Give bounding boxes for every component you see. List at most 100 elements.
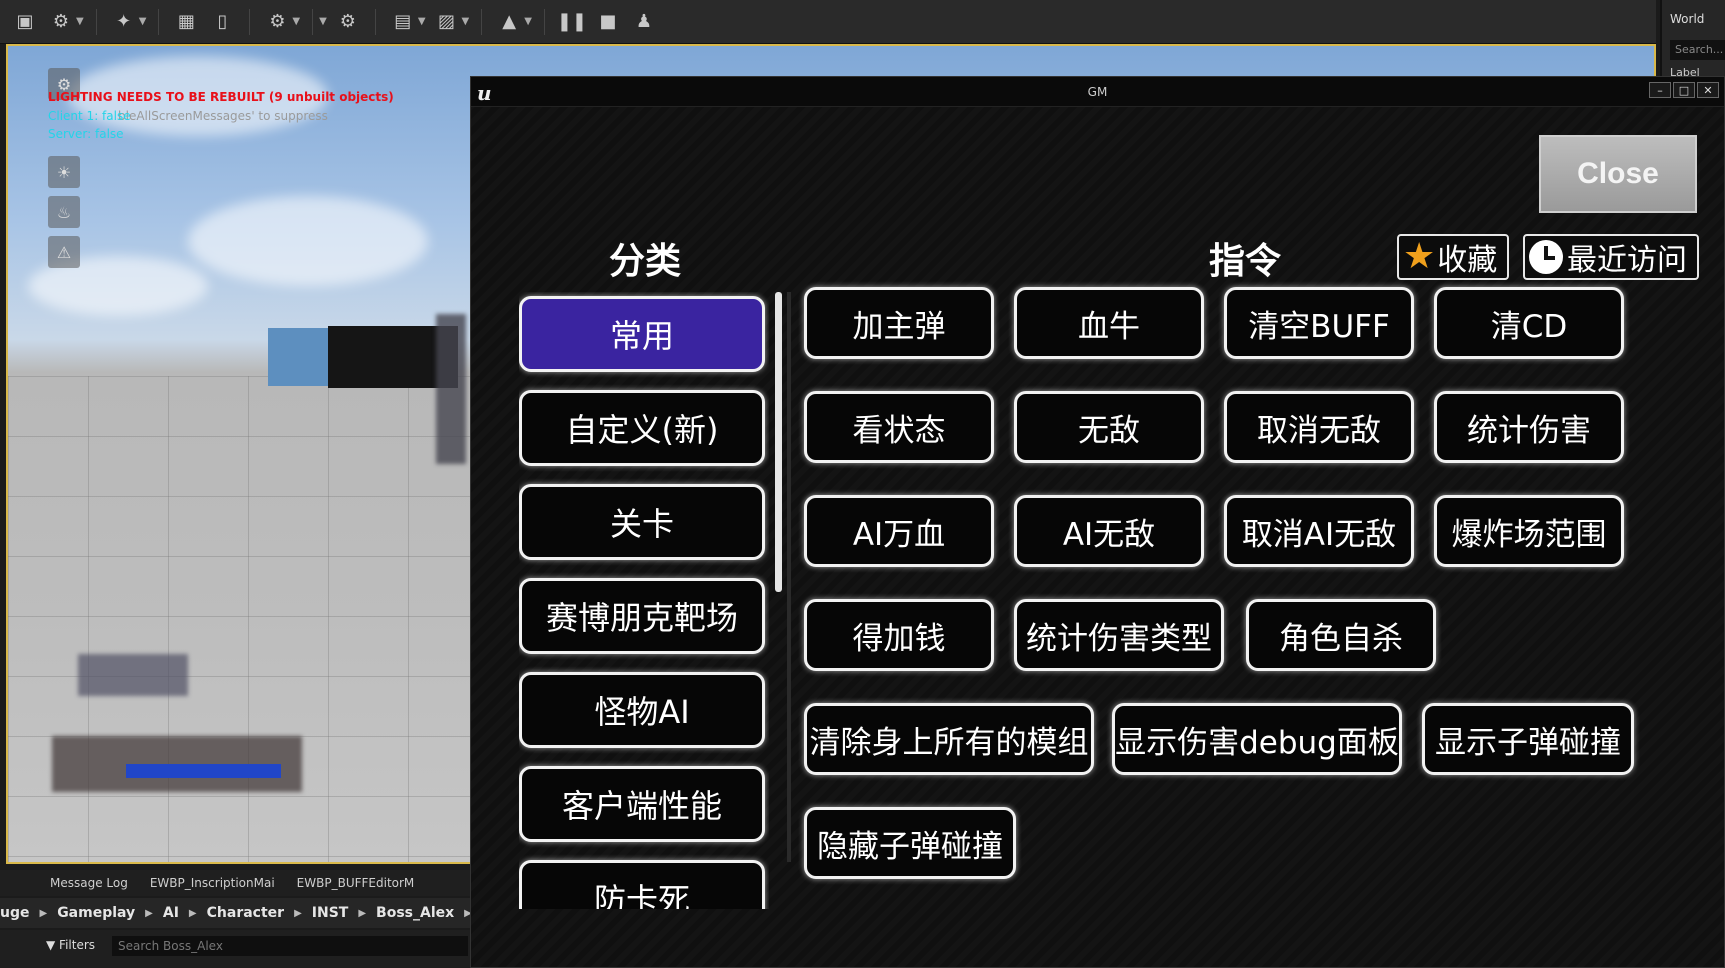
recent-button[interactable]: 最近访问	[1523, 234, 1699, 280]
command-button[interactable]: 隐藏子弹碰撞	[804, 807, 1016, 879]
client-status: Client 1: false	[48, 109, 131, 123]
chevron-down-icon[interactable]: ▼	[292, 16, 300, 27]
category-scrollbar[interactable]	[775, 292, 782, 592]
lighting-icon[interactable]: ☀	[48, 156, 80, 188]
favorites-button[interactable]: ★ 收藏	[1397, 234, 1509, 280]
toolbar-separator	[158, 8, 160, 35]
chevron-down-icon[interactable]: ▼	[462, 16, 470, 27]
breadcrumb-item[interactable]: Character	[207, 905, 284, 921]
play-options-icon[interactable]: ▲	[494, 7, 524, 37]
hud-health-bar	[126, 764, 281, 778]
content-filter-bar: ▼ Filters Search Boss_Alex	[0, 930, 470, 968]
chevron-right-icon: ▶	[39, 907, 48, 919]
clock-icon	[1529, 240, 1563, 274]
tab-buff-editor[interactable]: EWBP_BUFFEditorM	[297, 876, 415, 890]
category-button[interactable]: 关卡	[519, 484, 765, 560]
star-icon: ★	[1403, 236, 1436, 277]
chevron-down-icon[interactable]: ▼	[418, 16, 426, 27]
gm-window: u GM – □ ✕ Close 分类 指令 ★ 收藏 最近访问 常用 自定义(…	[470, 76, 1725, 968]
sky-cloud	[188, 196, 428, 286]
command-button[interactable]: 无敌	[1014, 391, 1204, 463]
filters-button[interactable]: ▼ Filters	[46, 938, 95, 952]
gm-window-title: GM	[1087, 85, 1108, 99]
command-button[interactable]: 清除身上所有的模组	[804, 703, 1094, 775]
chevron-down-icon[interactable]: ▼	[76, 16, 84, 27]
command-button[interactable]: 血牛	[1014, 287, 1204, 359]
command-button[interactable]: 清CD	[1434, 287, 1624, 359]
favorites-label: 收藏	[1437, 243, 1498, 278]
chevron-right-icon: ▶	[358, 907, 367, 919]
close-button[interactable]: Close	[1539, 135, 1697, 213]
warning-icon[interactable]: ⚠	[48, 236, 80, 268]
chevron-down-icon[interactable]: ▼	[139, 16, 147, 27]
command-button[interactable]: 得加钱	[804, 599, 994, 671]
outliner-title: World	[1670, 12, 1705, 26]
character-mesh[interactable]	[436, 314, 466, 464]
cinematics-icon[interactable]: ▨	[432, 7, 462, 37]
toolbar-separator	[95, 8, 97, 35]
command-button[interactable]: 统计伤害类型	[1014, 599, 1224, 671]
editor-root: ▣ ⚙ ▼ ✦ ▼ ▦ ▯ ⚙ ▼ ▼ ⚙ ▤ ▼ ▨ ▼ ▲ ▼ ❚❚ ■ ♟…	[0, 0, 1725, 968]
minimize-icon[interactable]: –	[1649, 82, 1671, 98]
marketplace-icon[interactable]: ▯	[207, 7, 237, 37]
content-search-input[interactable]: Search Boss_Alex	[112, 936, 468, 956]
breadcrumb-item[interactable]: Boss_Alex	[376, 905, 454, 921]
close-icon[interactable]: ✕	[1697, 82, 1719, 98]
outliner-search-input[interactable]: Search...	[1670, 40, 1725, 60]
settings-icon[interactable]: ⚙	[262, 7, 292, 37]
command-button[interactable]: AI无敌	[1014, 495, 1204, 567]
command-button[interactable]: AI万血	[804, 495, 994, 567]
compile-icon[interactable]: ▤	[388, 7, 418, 37]
fire-icon[interactable]: ♨	[48, 196, 80, 228]
category-button[interactable]: 客户端性能	[519, 766, 765, 842]
command-button[interactable]: 显示伤害debug面板	[1112, 703, 1402, 775]
command-button[interactable]: 显示子弹碰撞	[1422, 703, 1634, 775]
category-list[interactable]: 常用 自定义(新) 关卡 赛博朋克靶场 怪物AI 客户端性能 防卡死	[519, 292, 769, 909]
command-button[interactable]: 爆炸场范围	[1434, 495, 1624, 567]
panel-divider	[787, 292, 791, 862]
category-button[interactable]: 常用	[519, 296, 765, 372]
breadcrumb-item[interactable]: INST	[312, 905, 349, 921]
bottom-tab-bar: Message Log EWBP_InscriptionMai EWBP_BUF…	[0, 870, 470, 896]
tab-inscription[interactable]: EWBP_InscriptionMai	[150, 876, 275, 890]
toolbar-separator	[312, 8, 314, 35]
gm-titlebar[interactable]: u GM – □ ✕	[471, 77, 1724, 107]
editor-toolbar: ▣ ⚙ ▼ ✦ ▼ ▦ ▯ ⚙ ▼ ▼ ⚙ ▤ ▼ ▨ ▼ ▲ ▼ ❚❚ ■ ♟	[0, 0, 1656, 44]
stop-icon[interactable]: ■	[593, 7, 623, 37]
filters-label: Filters	[59, 938, 96, 952]
command-button[interactable]: 看状态	[804, 391, 994, 463]
modes-icon[interactable]: ✦	[109, 7, 139, 37]
command-button[interactable]: 统计伤害	[1434, 391, 1624, 463]
category-button[interactable]: 自定义(新)	[519, 390, 765, 466]
cube-mesh-front[interactable]	[268, 328, 328, 386]
save-icon[interactable]: ▣	[10, 7, 40, 37]
command-button[interactable]: 清空BUFF	[1224, 287, 1414, 359]
command-header: 指令	[1209, 241, 1282, 282]
toolbar-separator	[249, 8, 251, 35]
tab-message-log[interactable]: Message Log	[50, 876, 128, 890]
pause-icon[interactable]: ❚❚	[557, 7, 587, 37]
command-button[interactable]: 取消无敌	[1224, 391, 1414, 463]
breadcrumb-item[interactable]: Gameplay	[57, 905, 135, 921]
eject-icon[interactable]: ♟	[629, 7, 659, 37]
chevron-down-icon[interactable]: ▼	[319, 16, 327, 27]
build-icon[interactable]: ⚙	[333, 7, 363, 37]
toolbar-separator	[374, 8, 376, 35]
category-button[interactable]: 防卡死	[519, 860, 765, 909]
toolbar-separator	[481, 8, 483, 35]
content-icon[interactable]: ▦	[171, 7, 201, 37]
breadcrumb-item[interactable]: AI	[163, 905, 179, 921]
breadcrumb: uge ▶ Gameplay ▶ AI ▶ Character ▶ INST ▶…	[0, 898, 470, 928]
lighting-warning: LIGHTING NEEDS TO BE REBUILT (9 unbuilt …	[48, 90, 394, 104]
category-button[interactable]: 怪物AI	[519, 672, 765, 748]
chevron-right-icon: ▶	[145, 907, 153, 919]
command-button[interactable]: 角色自杀	[1246, 599, 1436, 671]
maximize-icon[interactable]: □	[1673, 82, 1695, 98]
breadcrumb-item[interactable]: uge	[0, 905, 29, 921]
command-button[interactable]: 加主弹	[804, 287, 994, 359]
chevron-down-icon[interactable]: ▼	[524, 16, 532, 27]
hud-weapon-panel	[78, 654, 188, 696]
command-button[interactable]: 取消AI无敌	[1224, 495, 1414, 567]
source-control-icon[interactable]: ⚙	[46, 7, 76, 37]
category-button[interactable]: 赛博朋克靶场	[519, 578, 765, 654]
